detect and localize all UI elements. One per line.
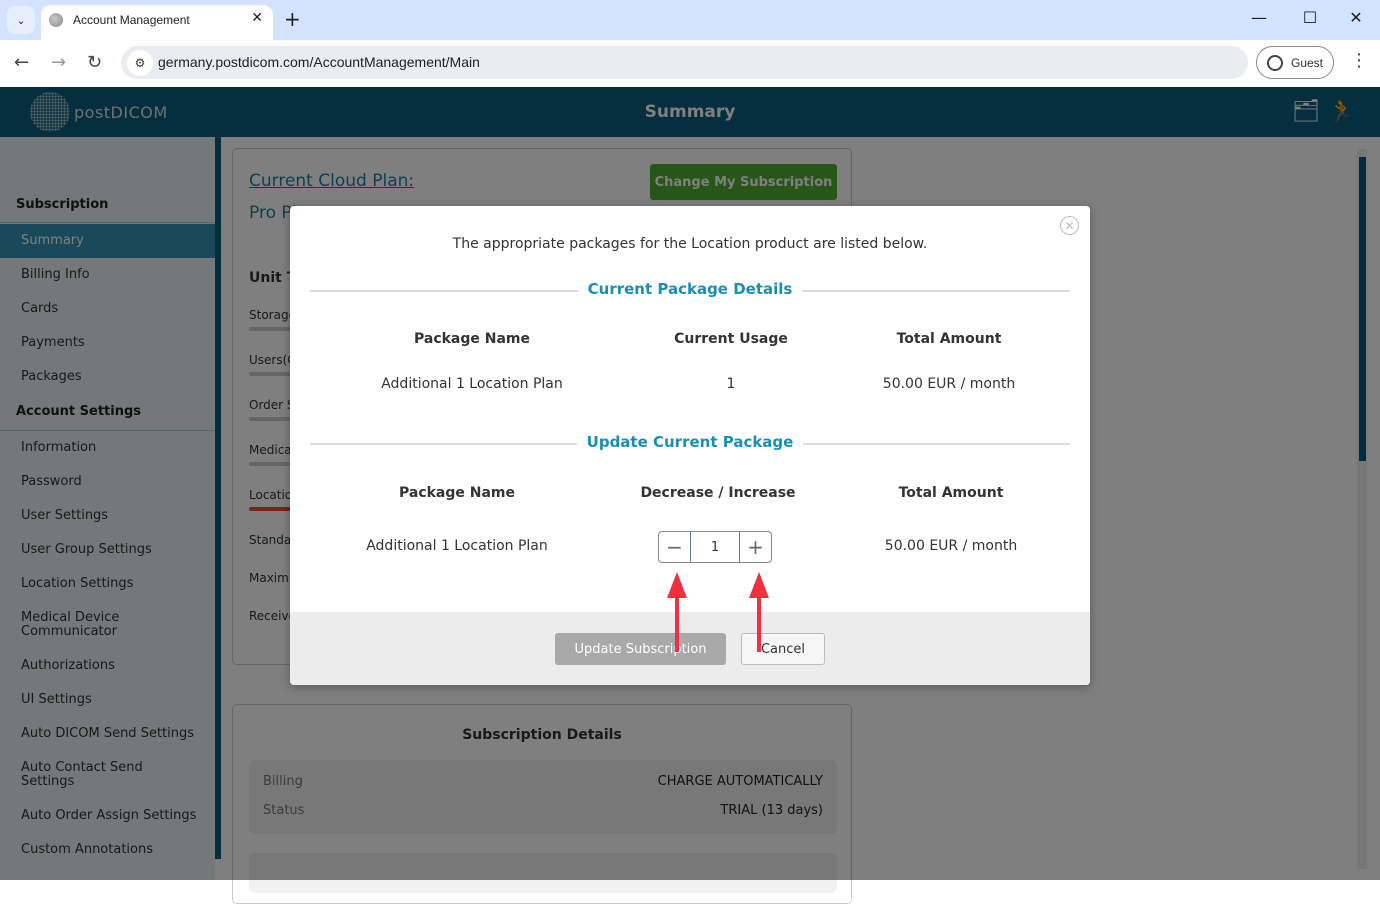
new-tab-plus-icon[interactable]: + [284, 7, 301, 31]
tab-search-button[interactable]: ⌄ [7, 6, 35, 34]
update-package-modal: ✕ The appropriate packages for the Locat… [290, 206, 1090, 685]
arrow-shaft [757, 598, 761, 652]
update-subscription-button[interactable]: Update Subscription [555, 633, 726, 665]
account-circle-icon [1267, 54, 1283, 71]
browser-tab[interactable]: Account Management ✕ [41, 5, 273, 40]
col-header-package-name: Package Name [398, 485, 516, 501]
tab-title: Account Management [73, 13, 190, 27]
kebab-menu-icon[interactable]: ⋮ [1350, 50, 1368, 71]
url-text[interactable]: germany.postdicom.com/AccountManagement/… [158, 54, 480, 70]
profile-button[interactable]: Guest [1256, 46, 1334, 79]
col-header-decrease-increase: Decrease / Increase [640, 485, 796, 501]
increase-button[interactable]: + [740, 532, 771, 562]
update-package-name: Additional 1 Location Plan [366, 538, 548, 554]
profile-label: Guest [1291, 55, 1324, 70]
browser-tab-bar: ⌄ Account Management ✕ + — ☐ ✕ [0, 0, 1380, 40]
col-header-package-name: Package Name [413, 331, 531, 347]
quantity-input[interactable]: 1 [690, 532, 740, 562]
annotation-arrow-up-icon [747, 572, 771, 652]
arrow-head [667, 572, 687, 598]
update-total-amount: 50.00 EUR / month [884, 538, 1018, 554]
window-close-icon[interactable]: ✕ [1346, 8, 1366, 27]
current-package-name: Additional 1 Location Plan [381, 376, 563, 392]
modal-intro-text: The appropriate packages for the Locatio… [452, 236, 928, 252]
forward-arrow-icon[interactable]: → [51, 52, 66, 73]
update-current-package-title: Update Current Package [576, 433, 804, 451]
arrow-shaft [675, 598, 679, 652]
chevron-down-icon: ⌄ [16, 13, 26, 27]
url-bar[interactable]: ⚙ germany.postdicom.com/AccountManagemen… [121, 46, 1248, 79]
update-current-package-heading: Update Current Package [290, 432, 1090, 451]
modal-footer: Update Subscription Cancel [290, 612, 1090, 685]
col-header-current-usage: Current Usage [674, 331, 788, 347]
current-package-details-heading: Current Package Details [290, 279, 1090, 298]
favicon-icon [49, 13, 63, 27]
current-usage-value: 1 [726, 376, 736, 392]
site-info-icon[interactable]: ⚙ [127, 50, 153, 76]
quantity-stepper: − 1 + [658, 531, 772, 563]
tab-close-icon[interactable]: ✕ [251, 10, 263, 26]
current-total-amount: 50.00 EUR / month [882, 376, 1016, 392]
plus-icon: + [747, 535, 764, 559]
arrow-head [749, 572, 769, 598]
modal-close-icon[interactable]: ✕ [1060, 216, 1079, 235]
minimize-icon[interactable]: — [1249, 8, 1269, 27]
back-arrow-icon[interactable]: ← [14, 52, 29, 73]
col-header-total-amount: Total Amount [898, 485, 1004, 501]
browser-address-bar: ← → ↻ ⚙ germany.postdicom.com/AccountMan… [0, 40, 1380, 87]
current-package-details-title: Current Package Details [577, 280, 803, 298]
col-header-total-amount: Total Amount [896, 331, 1002, 347]
decrease-button[interactable]: − [659, 532, 690, 562]
reload-icon[interactable]: ↻ [87, 52, 102, 73]
minus-icon: − [666, 535, 683, 559]
maximize-icon[interactable]: ☐ [1300, 8, 1320, 27]
annotation-arrow-up-icon [665, 572, 689, 652]
